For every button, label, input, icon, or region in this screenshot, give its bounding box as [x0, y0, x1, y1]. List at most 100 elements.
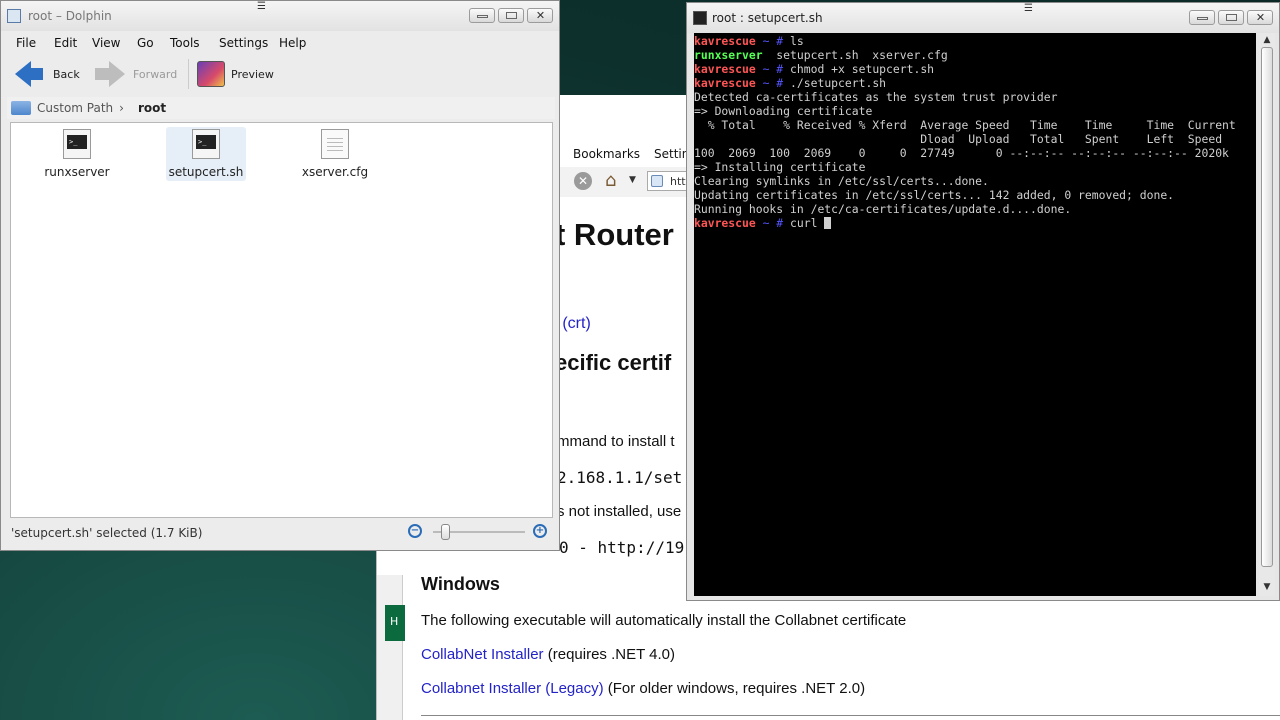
file-name: setupcert.sh: [168, 165, 244, 179]
menu-bookmarks[interactable]: Bookmarks: [573, 147, 640, 161]
home-icon[interactable]: ⌂: [605, 170, 616, 191]
side-tab[interactable]: H: [385, 605, 405, 641]
scroll-down-icon[interactable]: ▼: [1261, 582, 1273, 594]
preview-label: Preview: [231, 67, 274, 81]
status-bar: 'setupcert.sh' selected (1.7 KiB) − +: [1, 521, 559, 545]
command: curl: [790, 216, 825, 230]
scroll-up-icon[interactable]: ▲: [1261, 35, 1273, 47]
command: chmod +x setupcert.sh: [790, 62, 935, 76]
prompt-user: kavrescue: [694, 62, 756, 76]
back-arrow-icon: [15, 61, 43, 87]
maximize-button[interactable]: [498, 8, 524, 23]
dolphin-window[interactable]: root – Dolphin ☰ ✕ File Edit View Go Too…: [0, 0, 560, 551]
menu-help[interactable]: Help: [279, 36, 306, 50]
legacy-installer-row: Collabnet Installer (Legacy) (For older …: [421, 680, 865, 697]
close-button[interactable]: ✕: [1247, 10, 1273, 25]
file-view[interactable]: >_ runxserver >_ setupcert.sh xserver.cf…: [10, 122, 553, 518]
text-cursor: [824, 217, 832, 229]
dolphin-titlebar[interactable]: root – Dolphin ☰ ✕: [1, 1, 559, 31]
section-heading: ecific certif: [555, 350, 672, 375]
terminal-line: => Installing certificate: [694, 160, 866, 174]
menu-tools[interactable]: Tools: [170, 36, 200, 50]
script-file-icon: >_: [63, 129, 91, 159]
prompt-path: ~ #: [755, 76, 791, 90]
menu-settings[interactable]: Settin: [654, 147, 689, 161]
terminal-titlebar[interactable]: root : setupcert.sh ☰ ✕: [687, 3, 1279, 33]
breadcrumb: Custom Path › root: [7, 97, 555, 119]
installer-row: CollabNet Installer (requires .NET 4.0): [421, 646, 675, 663]
install-note: s not installed, use: [557, 503, 682, 520]
dolphin-menubar: File Edit View Go Tools Settings Help: [1, 32, 559, 54]
prompt-user: kavrescue: [694, 76, 756, 90]
zoom-out-icon[interactable]: −: [408, 524, 422, 538]
file-item-setupcert[interactable]: >_ setupcert.sh: [166, 127, 246, 181]
code-line-1: 2.168.1.1/set: [557, 468, 683, 487]
menu-view[interactable]: View: [92, 36, 120, 50]
dolphin-toolbar: Back Forward Preview: [1, 56, 559, 92]
terminal-line: Updating certificates in /etc/ssl/certs.…: [694, 188, 1175, 202]
minimize-button[interactable]: [1189, 10, 1215, 25]
windows-heading: Windows: [421, 574, 500, 594]
terminal-line: runxserver setupcert.sh xserver.cfg: [694, 48, 1256, 62]
forward-arrow-icon: [95, 61, 125, 87]
terminal-window[interactable]: root : setupcert.sh ☰ ✕ kavrescue ~ # ls…: [686, 2, 1280, 601]
file-name: runxserver: [44, 165, 110, 179]
command: ls: [790, 34, 804, 48]
file-item-runxserver[interactable]: >_ runxserver: [37, 127, 117, 181]
toolbar-separator: [188, 59, 189, 89]
back-button[interactable]: Back: [15, 56, 80, 92]
back-label: Back: [53, 67, 80, 81]
scrollbar-thumb[interactable]: [1261, 47, 1273, 567]
prompt-path: ~ #: [755, 34, 791, 48]
command: ./setupcert.sh: [790, 76, 887, 90]
chevron-right-icon[interactable]: ›: [119, 101, 124, 115]
breadcrumb-parent[interactable]: Custom Path: [37, 101, 113, 115]
windows-description: The following executable will automatica…: [421, 612, 907, 629]
text-file-icon: [321, 129, 349, 159]
menu-go[interactable]: Go: [137, 36, 154, 50]
forward-label: Forward: [133, 67, 178, 81]
legacy-installer-note: (For older windows, requires .NET 2.0): [603, 680, 866, 697]
terminal-scrollbar[interactable]: ▲ ▼: [1259, 33, 1275, 596]
stop-icon[interactable]: ✕: [574, 172, 592, 190]
terminal-line: kavrescue ~ # ./setupcert.sh: [694, 76, 1256, 90]
menu-file[interactable]: File: [16, 36, 36, 50]
file-item-xserver-cfg[interactable]: xserver.cfg: [295, 127, 375, 181]
folder-icon: [11, 101, 31, 115]
terminal-line: => Downloading certificate: [694, 104, 873, 118]
forward-button[interactable]: Forward: [95, 56, 177, 92]
window-controls: ✕: [1189, 10, 1273, 25]
terminal-line: kavrescue ~ # curl: [694, 216, 1256, 230]
terminal-line: Running hooks in /etc/ca-certificates/up…: [694, 202, 1072, 216]
terminal-line: Clearing symlinks in /etc/ssl/certs...do…: [694, 174, 989, 188]
status-text: 'setupcert.sh' selected (1.7 KiB): [11, 526, 203, 540]
code-line-2: 0 - http://19: [559, 538, 685, 557]
terminal-screen[interactable]: kavrescue ~ # ls runxserver setupcert.sh…: [694, 33, 1256, 596]
preview-button[interactable]: Preview: [197, 56, 274, 92]
script-file-icon: >_: [192, 129, 220, 159]
collabnet-installer-link[interactable]: CollabNet Installer: [421, 646, 544, 663]
terminal-line: % Total % Received % Xferd Average Speed…: [694, 118, 1236, 132]
window-title: root – Dolphin: [28, 9, 112, 23]
chevron-down-icon[interactable]: ▼: [629, 175, 636, 185]
minimize-button[interactable]: [469, 8, 495, 23]
page-heading: t Router: [555, 217, 674, 252]
zoom-in-icon[interactable]: +: [533, 524, 547, 538]
terminal-line: Detected ca-certificates as the system t…: [694, 90, 1058, 104]
grip-icon: ☰: [1024, 3, 1033, 14]
dolphin-app-icon[interactable]: [7, 9, 21, 23]
window-title: root : setupcert.sh: [712, 11, 823, 25]
browser-side-strip: [377, 575, 403, 720]
close-button[interactable]: ✕: [527, 8, 553, 23]
install-instructions: mmand to install t: [557, 433, 675, 450]
menu-edit[interactable]: Edit: [54, 36, 77, 50]
grip-icon: ☰: [257, 1, 266, 12]
installer-note: (requires .NET 4.0): [543, 646, 675, 663]
menu-settings[interactable]: Settings: [219, 36, 268, 50]
maximize-button[interactable]: [1218, 10, 1244, 25]
terminal-line: kavrescue ~ # chmod +x setupcert.sh: [694, 62, 1256, 76]
collabnet-legacy-installer-link[interactable]: Collabnet Installer (Legacy): [421, 680, 604, 697]
breadcrumb-current[interactable]: root: [138, 101, 166, 115]
terminal-app-icon[interactable]: [693, 11, 707, 25]
zoom-slider-handle[interactable]: [441, 524, 450, 540]
